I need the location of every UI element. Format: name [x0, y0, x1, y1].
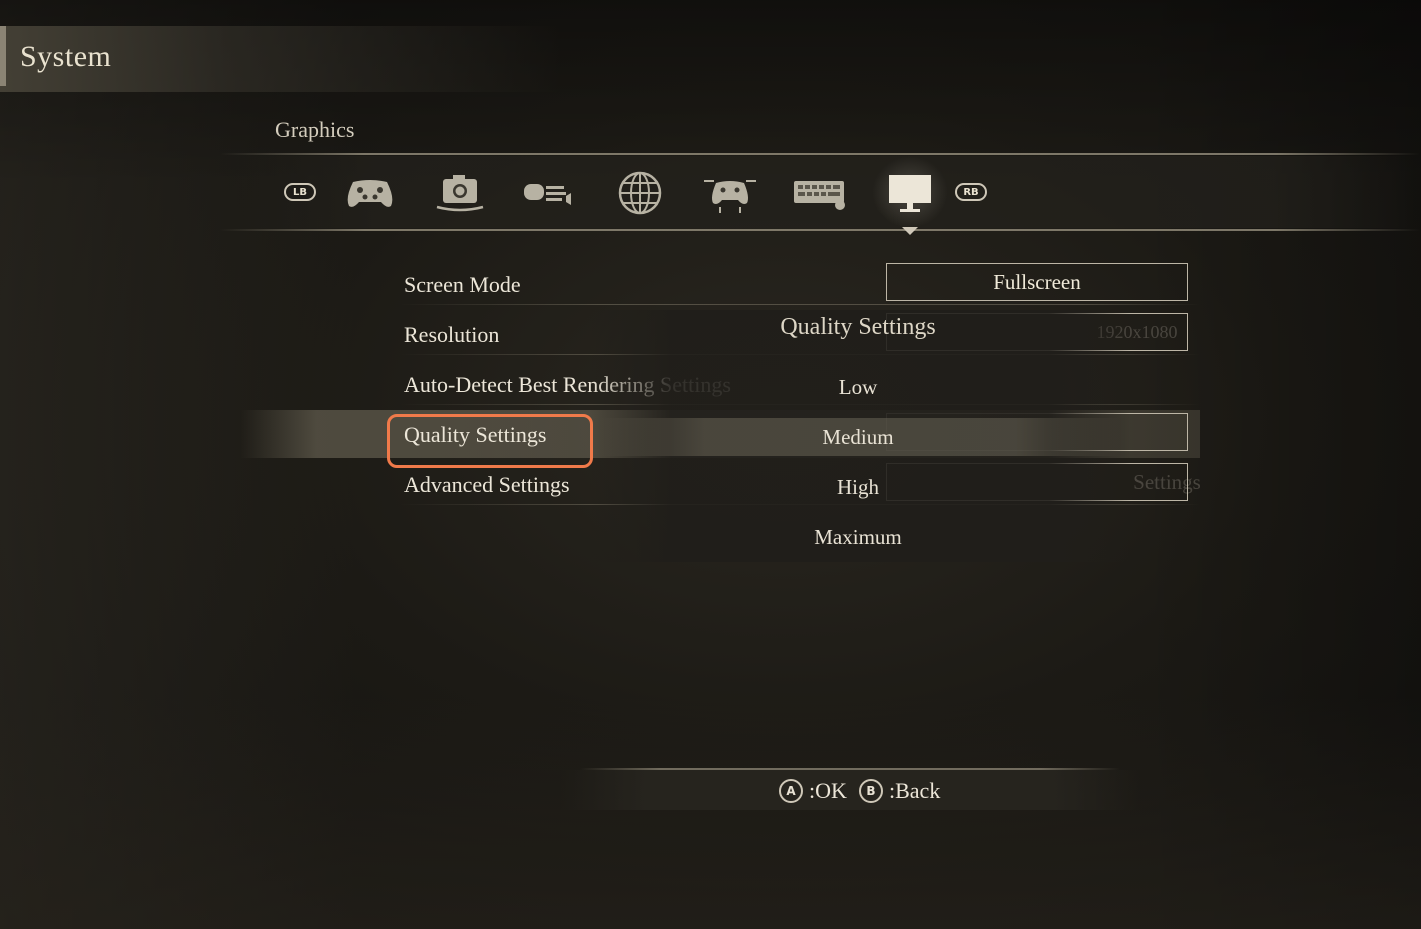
- monitor-icon[interactable]: [881, 170, 939, 216]
- ok-label: :OK: [809, 778, 847, 803]
- b-button-icon[interactable]: B: [859, 779, 883, 803]
- section-title: Graphics: [275, 117, 355, 142]
- back-label: :Back: [889, 778, 941, 803]
- tab-bar-top-line: [220, 153, 1420, 155]
- sound-icon[interactable]: [521, 170, 579, 216]
- dropdown-option-low[interactable]: Low: [590, 375, 1126, 400]
- title-accent: [0, 26, 6, 86]
- screen-mode-value[interactable]: Fullscreen: [886, 263, 1188, 301]
- tab-bar-bottom-line: [220, 229, 1420, 231]
- keyboard-icon[interactable]: [791, 170, 849, 216]
- dropdown-option-maximum[interactable]: Maximum: [590, 525, 1126, 550]
- footer-bar: [560, 770, 1140, 810]
- controller-config-icon[interactable]: [701, 170, 759, 216]
- lb-bumper-button[interactable]: LB: [284, 183, 316, 201]
- highlight-box: [387, 414, 593, 468]
- row-divider: [400, 304, 1200, 305]
- advanced-settings-value: Settings: [1133, 469, 1201, 494]
- dropdown-option-medium[interactable]: Medium: [590, 425, 1126, 450]
- dropdown-title: Quality Settings: [780, 314, 936, 340]
- dropdown-option-high[interactable]: High: [590, 475, 1126, 500]
- a-button-icon[interactable]: A: [779, 779, 803, 803]
- active-tab-indicator: [902, 227, 918, 235]
- page-title: System: [20, 40, 112, 73]
- footer-line: [580, 768, 1120, 770]
- globe-icon[interactable]: [611, 170, 669, 216]
- setting-advanced-settings-label[interactable]: Advanced Settings: [404, 472, 570, 498]
- rb-bumper-button[interactable]: RB: [955, 183, 987, 201]
- camera-icon[interactable]: [431, 170, 489, 216]
- gamepad-icon[interactable]: [341, 170, 399, 216]
- setting-resolution-label[interactable]: Resolution: [404, 322, 499, 348]
- setting-screen-mode-label[interactable]: Screen Mode: [404, 272, 521, 298]
